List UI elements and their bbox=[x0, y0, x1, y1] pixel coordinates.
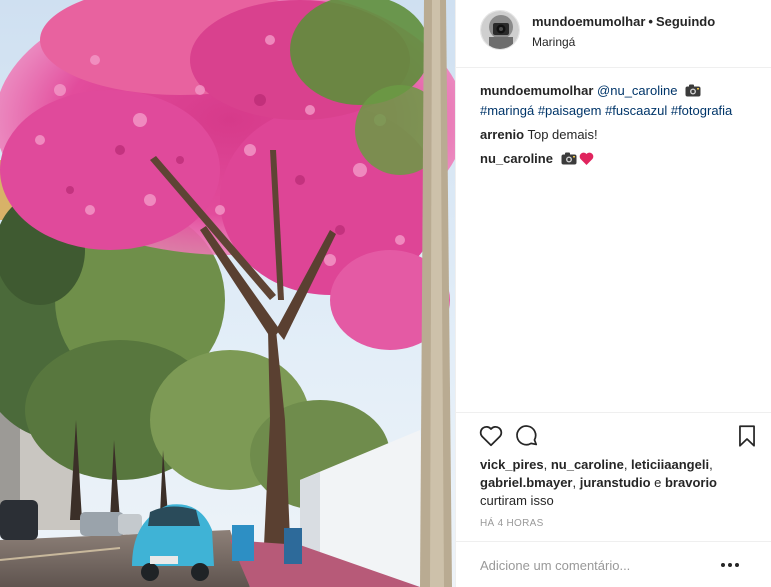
liker-username[interactable]: vick_pires bbox=[480, 457, 544, 472]
camera-avatar-icon bbox=[481, 11, 519, 49]
likes-suffix: curtiram isso bbox=[480, 493, 554, 508]
header-username[interactable]: mundoemumolhar bbox=[532, 14, 645, 29]
heart-icon bbox=[579, 152, 594, 170]
comment-username[interactable]: nu_caroline bbox=[480, 151, 553, 166]
liker-username[interactable]: leticiiaangeli bbox=[631, 457, 709, 472]
hashtag-maringa[interactable]: #maringá bbox=[480, 103, 534, 118]
likes-comma: , bbox=[572, 475, 580, 490]
comment-bubble-icon bbox=[516, 425, 538, 446]
photo-scene bbox=[0, 0, 455, 587]
location-link[interactable]: Maringá bbox=[532, 35, 715, 49]
comment-button[interactable] bbox=[514, 423, 540, 449]
header-separator: • bbox=[648, 14, 653, 29]
post-timestamp[interactable]: HÁ 4 HORAS bbox=[480, 518, 544, 529]
caption-username[interactable]: mundoemumolhar bbox=[480, 83, 593, 98]
liker-username[interactable]: gabriel.bmayer bbox=[480, 475, 573, 490]
bookmark-icon bbox=[739, 425, 755, 447]
comment-item: nu_caroline bbox=[480, 150, 760, 170]
action-bar bbox=[456, 412, 771, 456]
hashtag-fuscaazul[interactable]: #fuscaazul bbox=[605, 103, 667, 118]
hashtag-paisagem[interactable]: #paisagem bbox=[538, 103, 602, 118]
likes-comma: , bbox=[709, 457, 713, 472]
likes-comma: , bbox=[623, 457, 632, 472]
post-side-panel: mundoemumolhar • Seguindo Maringá mundoemu… bbox=[455, 0, 771, 587]
liker-username[interactable]: bravorio bbox=[665, 475, 717, 490]
caption: mundoemumolhar @nu_caroline #maringá #pa… bbox=[480, 82, 760, 120]
like-button[interactable] bbox=[478, 423, 504, 449]
likes-summary: vick_pires, nu_caroline, leticiiaangeli,… bbox=[480, 456, 765, 510]
liker-username[interactable]: juranstudio bbox=[580, 475, 651, 490]
add-comment-bar bbox=[456, 541, 771, 587]
post-header: mundoemumolhar • Seguindo Maringá bbox=[456, 0, 771, 68]
likes-conjunction: e bbox=[650, 475, 665, 490]
likes-comma: , bbox=[543, 457, 551, 472]
comment-text: Top demais! bbox=[527, 127, 598, 142]
save-button[interactable] bbox=[734, 423, 760, 449]
heart-outline-icon bbox=[479, 425, 503, 447]
more-options-button[interactable] bbox=[718, 555, 742, 575]
instagram-post: mundoemumolhar • Seguindo Maringá mundoemu… bbox=[0, 0, 771, 587]
avatar[interactable] bbox=[480, 10, 520, 50]
camera-icon bbox=[561, 152, 577, 170]
post-photo[interactable] bbox=[0, 0, 455, 587]
liker-username[interactable]: nu_caroline bbox=[551, 457, 624, 472]
comment-username[interactable]: arrenio bbox=[480, 127, 524, 142]
camera-icon bbox=[685, 84, 701, 102]
hashtag-fotografia[interactable]: #fotografia bbox=[671, 103, 732, 118]
comments-list: mundoemumolhar @nu_caroline #maringá #pa… bbox=[480, 82, 760, 176]
header-line: mundoemumolhar • Seguindo bbox=[532, 14, 715, 29]
comment-item: arrenio Top demais! bbox=[480, 126, 760, 144]
more-options-icon bbox=[721, 563, 739, 567]
caption-mention[interactable]: @nu_caroline bbox=[597, 83, 677, 98]
comment-input[interactable] bbox=[480, 554, 710, 576]
following-button[interactable]: Seguindo bbox=[656, 14, 715, 29]
